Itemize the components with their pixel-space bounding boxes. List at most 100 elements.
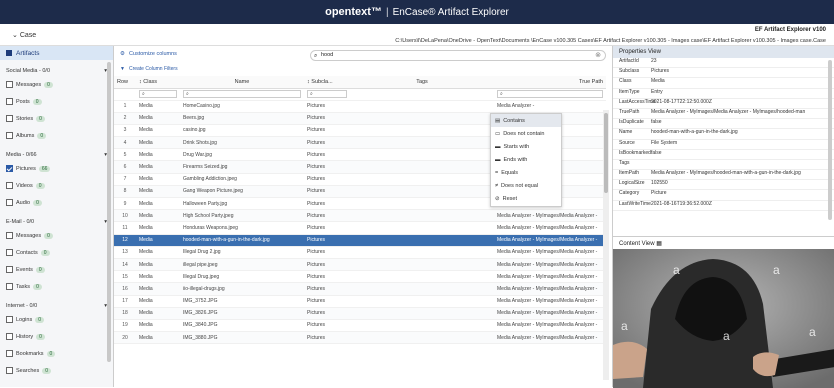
row-number: 5 — [114, 148, 136, 162]
sidebar-item[interactable]: Stories 0 — [0, 110, 113, 127]
row-number: 4 — [114, 136, 136, 150]
sidebar-header: Artifacts — [0, 46, 113, 60]
checkbox[interactable] — [6, 182, 13, 189]
name-filter-input[interactable]: ⌕ — [183, 90, 301, 98]
property-row[interactable]: LastWriteTime 2021-08-16T19:36:52.000Z — [613, 201, 834, 211]
property-row[interactable]: LogicalSize 102550 — [613, 180, 834, 191]
customize-columns-link[interactable]: Customize columns — [129, 51, 177, 57]
checkbox[interactable] — [6, 316, 13, 323]
sidebar-item[interactable]: Logins 0 — [0, 311, 113, 328]
table-row[interactable]: 15 Media Illegal Drug.jpeg Pictures Media An… — [114, 270, 606, 284]
property-row[interactable]: TruePath Media Analyzer - MyImages/Media … — [613, 109, 834, 120]
table-row[interactable]: 12 Media hooded-man-with-a-gun-in-the-dark… — [114, 234, 606, 247]
property-row[interactable]: Category Picture — [613, 190, 834, 201]
sidebar-item[interactable]: History 0 — [0, 328, 113, 345]
sidebar-item[interactable]: Events 0 — [0, 261, 113, 278]
sidebar-item[interactable]: Tasks 0 — [0, 278, 113, 295]
filter-menu-item[interactable]: ▭ Does not contain — [491, 127, 561, 140]
checkbox[interactable] — [6, 81, 13, 88]
cell-class: Media — [136, 100, 180, 113]
checkbox[interactable] — [6, 132, 13, 139]
col-header-truepath[interactable]: True Path — [494, 76, 606, 89]
table-scrollbar[interactable] — [603, 110, 609, 380]
table-row[interactable]: 13 Media Illegal Drug 2.jpg Pictures Media A… — [114, 246, 606, 259]
col-header-class[interactable]: ↕ Class — [136, 76, 180, 89]
cell-tags — [350, 185, 494, 199]
filter-menu-item[interactable]: ≠ Does not equal — [491, 179, 561, 192]
search-input[interactable]: ⌕ hood ⊗ — [310, 50, 606, 61]
content-view-panel: Content View ▦ a a a a a — [612, 236, 834, 388]
row-number: 3 — [114, 124, 136, 138]
table-row[interactable]: 11 Media Honduras Weapons.jpeg Pictures Medi… — [114, 221, 606, 235]
col-header-name[interactable]: Name — [180, 76, 304, 89]
table-row[interactable]: 18 Media IMG_3826.JPG Pictures Media Analyze… — [114, 307, 606, 320]
sidebar-item[interactable]: Bookmarks 0 — [0, 345, 113, 362]
checkbox[interactable] — [6, 115, 13, 122]
sidebar-item[interactable]: Messages 0 — [0, 227, 113, 244]
checkbox[interactable] — [6, 266, 13, 273]
property-row[interactable]: IsDuplicate false — [613, 119, 834, 130]
table-row[interactable]: 16 Media iio-illegal-drugs.jpg Pictures Medi… — [114, 282, 606, 296]
property-row[interactable]: Class Media — [613, 78, 834, 89]
sidebar-group-header[interactable]: Social Media - 0/0 ▾ — [0, 66, 113, 76]
properties-scrollbar[interactable] — [828, 60, 832, 220]
property-row[interactable]: ItemType Entry — [613, 89, 834, 99]
table-row[interactable]: 10 Media High School Party.jpeg Pictures Med… — [114, 209, 606, 223]
clear-search-icon[interactable]: ⊗ — [595, 51, 601, 60]
col-header-tags[interactable]: Tags — [350, 76, 494, 89]
sidebar-group-header[interactable]: Media - 0/66 ▾ — [0, 150, 113, 160]
checkbox[interactable] — [6, 232, 13, 239]
col-header-subclass[interactable]: ↕ Subcla... — [304, 76, 350, 89]
table-row[interactable]: 19 Media IMG_3840.JPG Pictures Media Analyze… — [114, 319, 606, 333]
col-header-row[interactable]: Row — [114, 76, 136, 89]
row-number: 1 — [114, 100, 136, 113]
table-row[interactable]: 20 Media IMG_3880.JPG Pictures Media Analyze… — [114, 331, 606, 345]
property-row[interactable]: ItemPath Media Analyzer - MyImages/hooded… — [613, 170, 834, 181]
sidebar-item[interactable]: Posts 0 — [0, 93, 113, 110]
property-row[interactable]: Tags — [613, 160, 834, 171]
subclass-filter-input[interactable]: ⌕ — [307, 90, 347, 98]
filter-menu-item[interactable]: ⊘ Reset — [491, 192, 561, 205]
property-row[interactable]: LastAccessTime 2021-08-17T22:12:50.000Z — [613, 99, 834, 109]
checkbox[interactable] — [6, 165, 13, 172]
sidebar-item[interactable]: Videos 0 — [0, 177, 113, 194]
sidebar-item[interactable]: Messages 0 — [0, 76, 113, 93]
toolbar-filters[interactable]: ▼ Create Column Filters — [114, 62, 612, 76]
gallery-icon[interactable]: ▦ — [656, 241, 662, 247]
property-row[interactable]: IsBookmarked false — [613, 150, 834, 160]
checkbox[interactable] — [6, 199, 13, 206]
not-equal-icon: ≠ — [495, 182, 499, 189]
filter-menu-item[interactable]: ▬ Ends with — [491, 153, 561, 166]
property-row[interactable]: Name hooded-man-with-a-gun-in-the-dark.jp… — [613, 129, 834, 140]
sidebar-item[interactable]: Albums 0 — [0, 127, 113, 144]
table-row[interactable]: 14 Media illegal pipe.jpeg Pictures Media An… — [114, 258, 606, 272]
checkbox[interactable] — [6, 350, 13, 357]
checkbox[interactable] — [6, 333, 13, 340]
case-dropdown[interactable]: ⌄ Case — [12, 31, 36, 39]
checkbox[interactable] — [6, 283, 13, 290]
checkbox[interactable] — [6, 367, 13, 374]
sidebar-item[interactable]: Searches 0 — [0, 362, 113, 379]
table-row[interactable]: 1 Media HomeCasino.jpg Pictures Media Analyz… — [114, 100, 606, 113]
filter-menu-item[interactable]: ▤ Contains — [491, 114, 561, 127]
truepath-filter-input[interactable]: ⌕ — [497, 90, 603, 98]
filter-menu-item[interactable]: ▬ Starts with — [491, 140, 561, 153]
property-row[interactable]: ArtifactId 23 — [613, 58, 834, 69]
sidebar-item[interactable]: Pictures 66 — [0, 160, 113, 177]
row-number: 14 — [114, 258, 136, 272]
filter-menu-item[interactable]: = Equals — [491, 166, 561, 179]
create-column-filters-link[interactable]: Create Column Filters — [129, 66, 178, 72]
table-scroll-thumb[interactable] — [604, 113, 608, 193]
sidebar-item[interactable]: Contacts 0 — [0, 244, 113, 261]
sidebar-group-header[interactable]: E-Mail - 0/0 ▾ — [0, 217, 113, 227]
property-row[interactable]: Source File System — [613, 140, 834, 150]
table-row[interactable]: 17 Media IMG_3752.JPG Pictures Media Analyze… — [114, 295, 606, 308]
sidebar-scrollbar[interactable] — [107, 62, 111, 362]
checkbox[interactable] — [6, 98, 13, 105]
sidebar-group-header[interactable]: Internet - 0/0 ▾ — [0, 301, 113, 311]
checkbox[interactable] — [6, 249, 13, 256]
property-row[interactable]: Subclass Pictures — [613, 68, 834, 79]
class-filter-input[interactable]: ⌕ — [139, 90, 177, 98]
sidebar-item-label: Pictures — [16, 165, 36, 172]
sidebar-item[interactable]: Audio 0 — [0, 194, 113, 211]
